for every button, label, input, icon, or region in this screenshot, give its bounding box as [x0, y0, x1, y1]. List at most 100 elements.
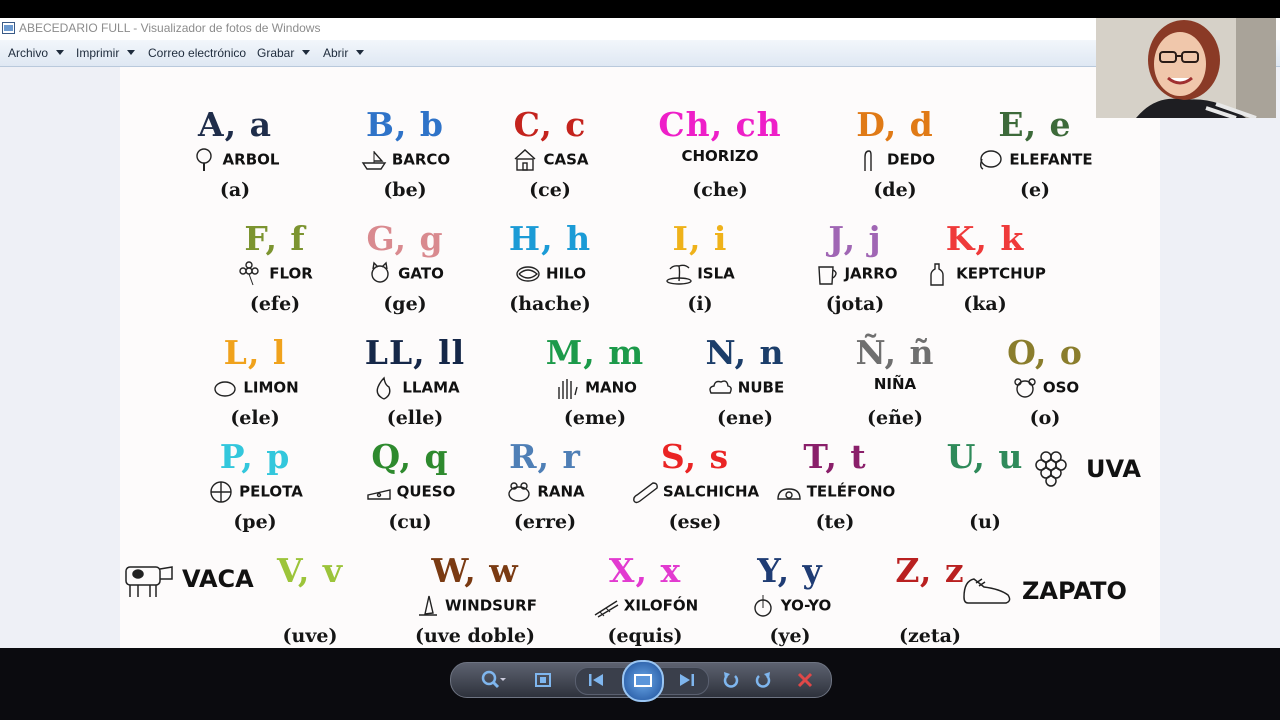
windsurf-icon: [413, 593, 441, 619]
letter-heading: LL, ll: [364, 333, 466, 372]
letter-pronunciation: (e): [1019, 179, 1051, 201]
letter-card: W, w WINDSURF (uve doble): [380, 553, 570, 663]
letter-pronunciation: (che): [692, 179, 748, 201]
letter-word: ELEFANTE: [940, 147, 1130, 173]
letter-word-text: HILO: [546, 264, 586, 283]
letter-word: LLAMA: [320, 375, 510, 401]
letter-heading: O, o: [1007, 333, 1083, 372]
chevron-down-icon: [356, 50, 365, 55]
lemon-icon: [211, 375, 239, 401]
letter-word-text: QUESO: [396, 482, 456, 501]
letter-pronunciation: (a): [219, 179, 251, 201]
fit-window-icon[interactable]: [531, 668, 555, 692]
flower-icon: [237, 261, 265, 287]
menu-imprimir[interactable]: Imprimir: [76, 46, 136, 60]
letter-pronunciation: (zeta): [899, 625, 961, 647]
xylophone-icon: [592, 593, 620, 619]
letter-card: C, c CASA (ce): [455, 107, 645, 217]
vaca-text: VACA: [182, 565, 254, 593]
letter-word-text: NUBE: [737, 378, 785, 397]
letter-pronunciation: (uve doble): [414, 625, 536, 647]
tree-icon: [191, 147, 219, 173]
island-icon: [665, 261, 693, 287]
menu-correo[interactable]: Correo electrónico: [148, 46, 246, 60]
letter-word-text: OSO: [1042, 378, 1080, 397]
delete-icon[interactable]: [793, 668, 817, 692]
letter-word-text: ELEFANTE: [1009, 150, 1093, 169]
uva-text: UVA: [1086, 455, 1142, 483]
letter-word-text: GATO: [398, 264, 444, 283]
sausage-icon: [631, 479, 659, 505]
yoyo-icon: [749, 593, 777, 619]
letter-word-text: CASA: [543, 150, 589, 169]
menu-abrir[interactable]: Abrir: [323, 46, 365, 60]
bear-icon: [1011, 375, 1039, 401]
letter-word-text: DEDO: [887, 150, 935, 169]
zoom-icon[interactable]: [479, 668, 506, 692]
letter-word-text: LIMON: [243, 378, 299, 397]
boat-icon: [360, 147, 388, 173]
elephant-icon: [977, 147, 1005, 173]
letter-pronunciation: (uve): [282, 625, 338, 647]
title-bar: ABECEDARIO FULL - Visualizador de fotos …: [0, 18, 1280, 40]
cheese-icon: [365, 479, 393, 505]
zapato-label: ZAPATO: [960, 567, 1127, 617]
letter-word-text: CHORIZO: [681, 147, 759, 165]
letter-word-text: FLOR: [269, 264, 313, 283]
uva-label: UVA: [1024, 445, 1141, 495]
phone-icon: [775, 479, 803, 505]
photo-viewer-window: ABECEDARIO FULL - Visualizador de fotos …: [0, 18, 1280, 673]
letter-card: E, e ELEFANTE (e): [940, 107, 1130, 217]
menu-archivo[interactable]: Archivo: [8, 46, 65, 60]
chevron-down-icon: [302, 50, 311, 55]
window-title: ABECEDARIO FULL - Visualizador de fotos …: [19, 21, 321, 35]
flame-icon: [370, 375, 398, 401]
letter-heading: C, c: [513, 105, 587, 144]
letter-heading: Ch, ch: [658, 105, 782, 144]
letter-card: O, o OSO (o): [950, 335, 1140, 445]
letter-word-text: PELOTA: [239, 482, 303, 501]
frog-icon: [505, 479, 533, 505]
rotate-right-icon[interactable]: [751, 668, 775, 692]
chevron-down-icon: [127, 50, 136, 55]
letter-word-text: XILOFÓN: [623, 596, 699, 615]
letter-word-text: RANA: [537, 482, 585, 501]
chevron-down-icon: [56, 50, 65, 55]
shoe-icon: [960, 567, 1016, 617]
zapato-text: ZAPATO: [1022, 577, 1127, 605]
previous-icon[interactable]: [584, 668, 608, 692]
ball-icon: [207, 479, 235, 505]
menu-grabar[interactable]: Grabar: [257, 46, 311, 60]
thread-icon: [514, 261, 542, 287]
image-canvas: A, a ARBOL (a) B, b BARCO (be) C, c CASA (ce) Ch,…: [0, 67, 1280, 673]
viewer-bottom-bar: [0, 648, 1280, 720]
letter-word-text: MANO: [585, 378, 637, 397]
house-icon: [511, 147, 539, 173]
letter-word-text: NIÑA: [873, 375, 917, 393]
letter-word: WINDSURF: [380, 593, 570, 619]
next-icon[interactable]: [675, 668, 699, 692]
menu-bar: Archivo Imprimir Correo electrónico Grab…: [0, 40, 1280, 67]
letter-heading: W, w: [431, 551, 519, 590]
app-icon: [2, 22, 15, 34]
letter-heading: K, k: [945, 219, 1025, 258]
letter-word-text: LLAMA: [402, 378, 460, 397]
letter-pronunciation: (ka): [963, 293, 1007, 315]
letter-word: CHORIZO: [625, 147, 815, 165]
letter-word-text: KEPTCHUP: [956, 264, 1046, 283]
slideshow-icon[interactable]: [622, 660, 664, 702]
letter-pronunciation: (elle): [386, 407, 444, 429]
letter-word: OSO: [950, 375, 1140, 401]
finger-icon: [855, 147, 883, 173]
cat-icon: [366, 261, 394, 287]
cow-icon: [120, 555, 176, 605]
letter-word-text: ARBOL: [222, 150, 280, 169]
letter-word: KEPTCHUP: [890, 261, 1080, 287]
letter-card: Ch, ch CHORIZO (che): [625, 107, 815, 217]
rotate-left-icon[interactable]: [719, 668, 743, 692]
letter-word: ARBOL: [140, 147, 330, 173]
letter-heading: A, a: [198, 105, 272, 144]
webcam-overlay: [1096, 18, 1276, 118]
cloud-icon: [706, 375, 734, 401]
letter-pronunciation: (o): [1029, 407, 1061, 429]
